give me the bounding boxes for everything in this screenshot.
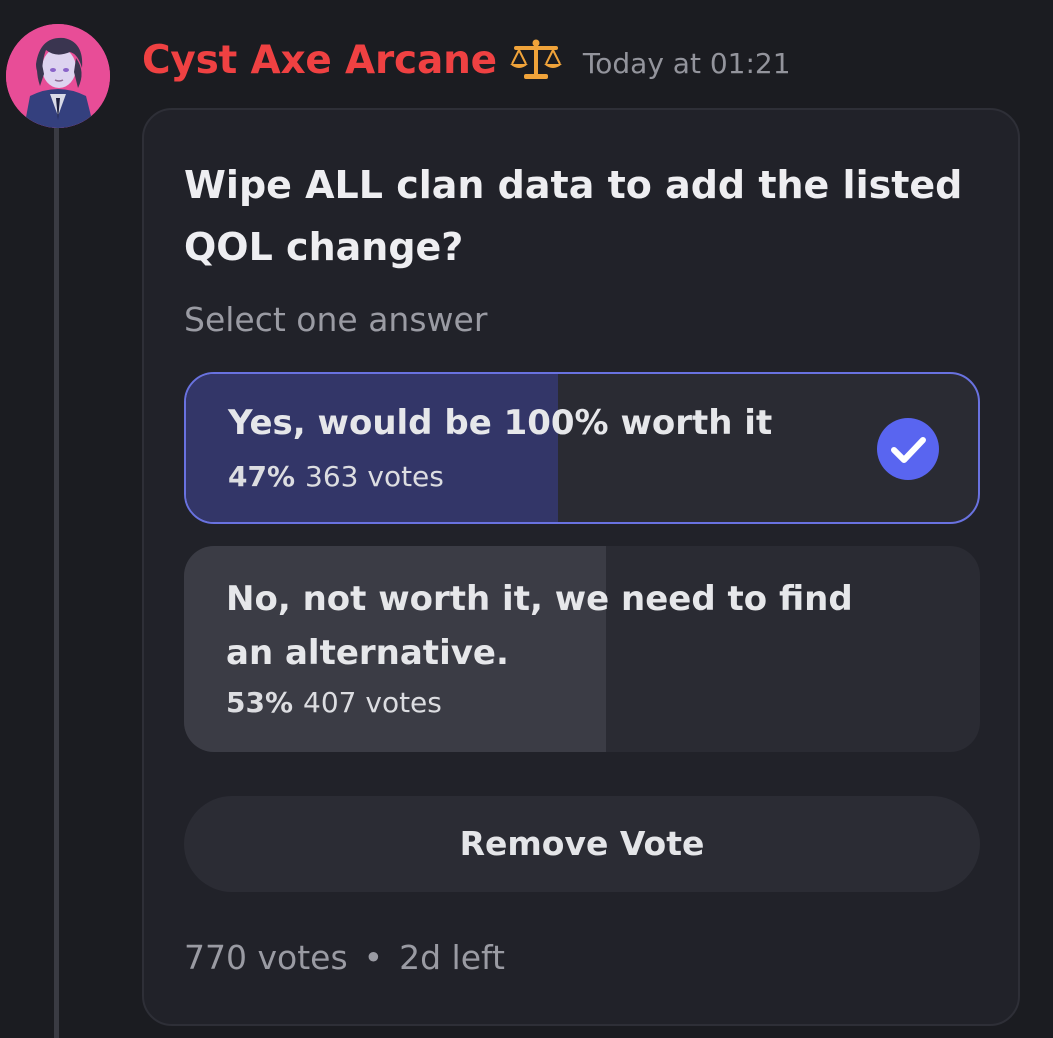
- poll-answer-no[interactable]: No, not worth it, we need to find an alt…: [184, 546, 980, 752]
- answer-stats: 47% 363 votes: [228, 460, 444, 493]
- check-circle-icon: [876, 417, 940, 481]
- poll-time-left: 2d left: [399, 938, 505, 977]
- poll-question: Wipe ALL clan data to add the listed QOL…: [184, 163, 963, 269]
- answer-label: No, not worth it, we need to find an alt…: [226, 579, 853, 673]
- poll-card: Wipe ALL clan data to add the listed QOL…: [142, 108, 1020, 1026]
- separator-dot: •: [363, 938, 384, 977]
- poll-answer-yes[interactable]: Yes, would be 100% worth it 47% 363 votes: [184, 372, 980, 524]
- scales-icon[interactable]: [509, 38, 563, 82]
- answer-votes: 407 votes: [303, 686, 442, 719]
- avatar[interactable]: [6, 24, 110, 128]
- poll-footer: 770 votes • 2d left: [184, 938, 505, 977]
- answer-label: Yes, would be 100% worth it: [228, 403, 773, 443]
- answer-percent: 53%: [226, 686, 294, 719]
- message-container: Cyst Axe Arcane Today at 01:21 Wipe ALL …: [0, 0, 1053, 1038]
- answer-stats: 53% 407 votes: [226, 686, 442, 719]
- remove-vote-button[interactable]: Remove Vote: [184, 796, 980, 892]
- message-header: Cyst Axe Arcane Today at 01:21: [142, 30, 791, 90]
- avatar-image: [6, 24, 110, 128]
- thread-line: [54, 126, 59, 1038]
- username[interactable]: Cyst Axe Arcane: [142, 38, 497, 83]
- message-timestamp: Today at 01:21: [582, 46, 791, 80]
- answer-percent: 47%: [228, 460, 296, 493]
- poll-instruction: Select one answer: [184, 300, 488, 339]
- answer-votes: 363 votes: [305, 460, 444, 493]
- poll-total-votes: 770 votes: [184, 938, 348, 977]
